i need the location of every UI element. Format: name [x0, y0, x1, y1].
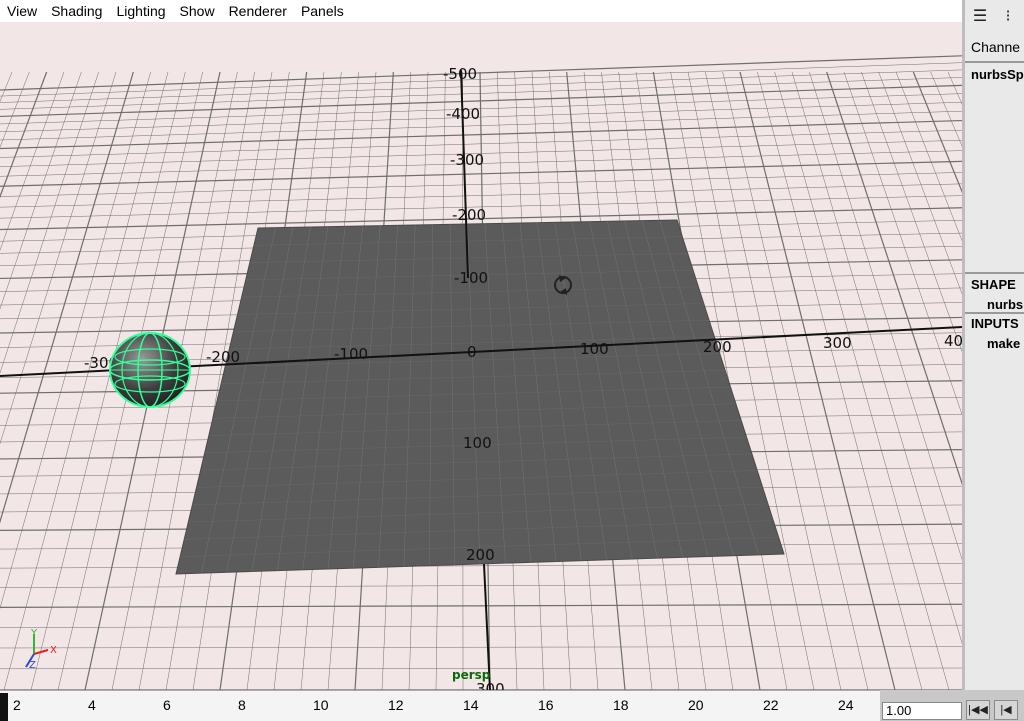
- timeline-tick: 20: [688, 697, 704, 713]
- axis-label: -300: [450, 151, 484, 169]
- timeline-tick: 12: [388, 697, 404, 713]
- gizmo-label-y: Y: [30, 628, 38, 639]
- timeline-tick: 16: [538, 697, 554, 713]
- current-time-indicator[interactable]: [0, 693, 8, 721]
- timeline-tick: 18: [613, 697, 629, 713]
- timeline-tick: 4: [88, 697, 96, 713]
- playback-controls: |◀◀ |◀: [966, 700, 1024, 720]
- axis-label: 100: [463, 434, 492, 452]
- timeline-tick: 22: [763, 697, 779, 713]
- menu-show[interactable]: Show: [173, 0, 222, 22]
- input-node-item[interactable]: make: [987, 336, 1020, 351]
- timeline-tick: 8: [238, 697, 246, 713]
- channel-box-panel: ☰ ⁝ Channe nurbsSp SHAPE nurbs INPUTS ma…: [962, 0, 1024, 690]
- perspective-viewport[interactable]: -500 -400 -300 -200 -100 100 200 300 -30…: [0, 22, 962, 690]
- viewport-scene[interactable]: -500 -400 -300 -200 -100 100 200 300 -30…: [0, 22, 962, 690]
- menu-panels[interactable]: Panels: [294, 0, 351, 22]
- axis-label: 40: [944, 332, 962, 350]
- menu-lighting[interactable]: Lighting: [109, 0, 172, 22]
- axis-label: -500: [443, 65, 477, 83]
- attribute-editor-toggle-icon[interactable]: ⁝: [997, 6, 1019, 28]
- timeline-tick: 24: [838, 697, 854, 713]
- shapes-header: SHAPE: [971, 277, 1016, 292]
- go-to-start-icon[interactable]: |◀◀: [966, 700, 990, 720]
- axis-label: -100: [454, 269, 488, 287]
- time-slider[interactable]: 2 4 6 8 10 12 14 16 18 20 22 24: [0, 690, 880, 721]
- menu-renderer[interactable]: Renderer: [222, 0, 294, 22]
- inputs-header: INPUTS: [971, 316, 1019, 331]
- selected-object-name[interactable]: nurbsSp: [971, 67, 1024, 82]
- channel-box-tab[interactable]: Channe: [971, 39, 1020, 55]
- axis-label: 200: [703, 338, 732, 356]
- camera-name-label: persp: [452, 668, 491, 682]
- shape-node-item[interactable]: nurbs: [987, 297, 1023, 312]
- axis-label: -400: [446, 105, 480, 123]
- axis-label: 0: [467, 343, 477, 361]
- axis-label: 200: [466, 546, 495, 564]
- view-axis-gizmo: Y X Z: [26, 628, 57, 671]
- menu-shading[interactable]: Shading: [44, 0, 109, 22]
- nurbs-sphere[interactable]: [110, 333, 190, 407]
- timeline-tick: 10: [313, 697, 329, 713]
- panel-divider: [965, 312, 1024, 314]
- axis-label: -200: [206, 348, 240, 366]
- timeline-tick: 14: [463, 697, 479, 713]
- axis-label: 300: [823, 334, 852, 352]
- panel-divider: [965, 272, 1024, 274]
- viewport-menu-bar: View Shading Lighting Show Renderer Pane…: [0, 0, 962, 23]
- gizmo-label-x: X: [50, 645, 57, 656]
- gizmo-label-z: Z: [29, 660, 36, 671]
- channel-box-toggle-icon[interactable]: ☰: [969, 6, 991, 28]
- menu-view[interactable]: View: [0, 0, 44, 22]
- axis-label: -200: [452, 206, 486, 224]
- timeline-tick: 2: [13, 697, 21, 713]
- panel-divider: [965, 61, 1024, 63]
- current-time-field[interactable]: 1.00: [882, 702, 962, 720]
- axis-label: 100: [580, 340, 609, 358]
- step-back-icon[interactable]: |◀: [994, 700, 1018, 720]
- timeline-tick: 6: [163, 697, 171, 713]
- axis-label: -100: [334, 345, 368, 363]
